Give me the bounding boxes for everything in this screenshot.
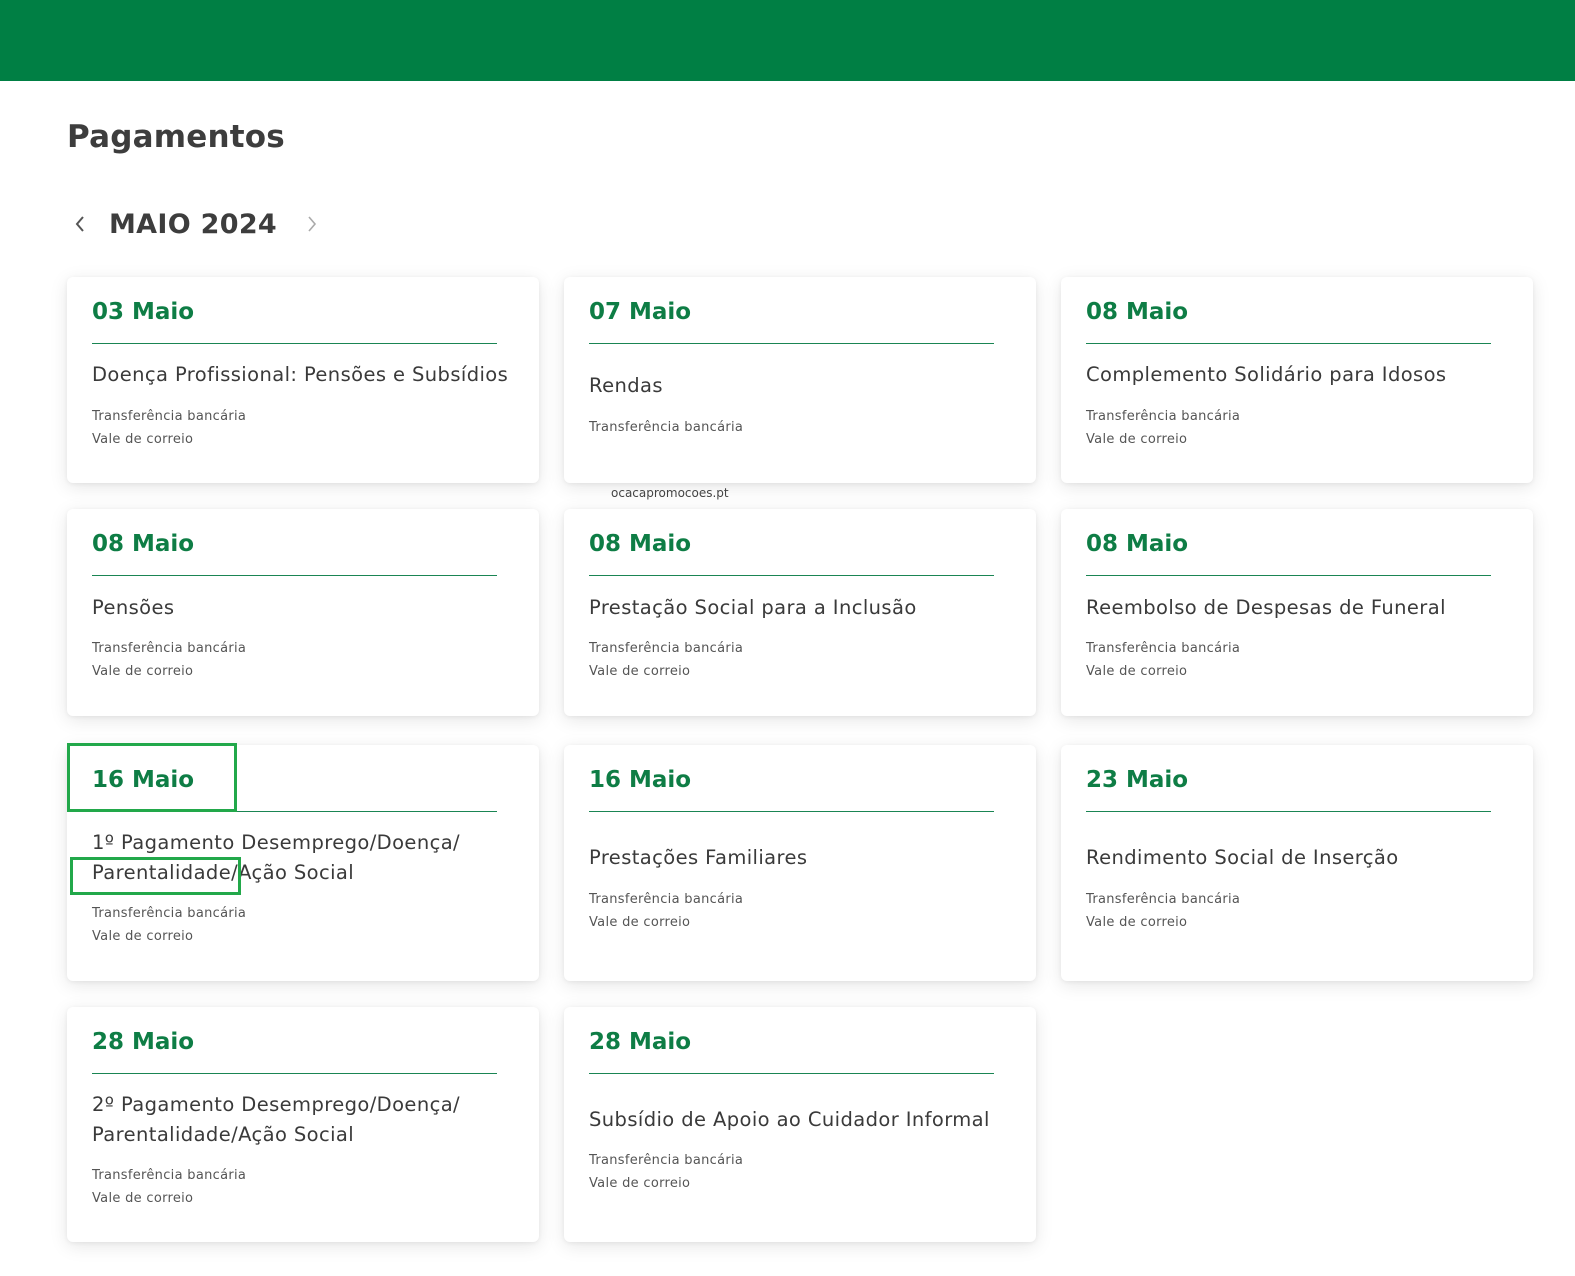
payment-methods: Transferência bancária Vale de correio [1086, 637, 1240, 683]
divider [1086, 343, 1491, 344]
divider [92, 811, 497, 812]
payment-title: Doença Profissional: Pensões e Subsídios [92, 363, 509, 386]
payment-method: Vale de correio [1086, 915, 1188, 930]
payment-method: Vale de correio [589, 664, 691, 679]
chevron-right-icon [308, 216, 317, 232]
month-navigation: MAIO 2024 [67, 203, 325, 245]
divider [1086, 575, 1491, 576]
payment-date: 03 Maio [92, 299, 195, 325]
payment-date: 28 Maio [92, 1029, 195, 1055]
payment-title: 1º Pagamento Desemprego/Doença/ Parental… [92, 831, 461, 884]
payment-methods: Transferência bancária Vale de correio [92, 902, 246, 948]
payment-methods: Transferência bancária Vale de correio [589, 1149, 743, 1195]
payment-methods: Transferência bancária Vale de correio [92, 1164, 246, 1210]
payment-card[interactable]: 08 Maio Complemento Solidário para Idoso… [1061, 277, 1533, 483]
payment-methods: Transferência bancária Vale de correio [1086, 405, 1240, 451]
payment-method: Transferência bancária [1086, 409, 1241, 424]
next-month-button[interactable] [299, 206, 325, 242]
payment-date: 08 Maio [589, 531, 692, 557]
payment-title: Complemento Solidário para Idosos [1086, 363, 1447, 386]
payment-card[interactable]: 03 Maio Doença Profissional: Pensões e S… [67, 277, 539, 483]
payment-methods: Transferência bancária Vale de correio [1086, 888, 1240, 934]
payment-method: Transferência bancária [589, 420, 744, 435]
payment-date: 16 Maio [589, 767, 692, 793]
payment-card[interactable]: 07 Maio Rendas Transferência bancária [564, 277, 1036, 483]
payment-card[interactable]: 16 Maio 1º Pagamento Desemprego/Doença/ … [67, 745, 539, 981]
payment-method: Vale de correio [1086, 432, 1188, 447]
divider [92, 575, 497, 576]
payment-card[interactable]: 16 Maio Prestações Familiares Transferên… [564, 745, 1036, 981]
payment-methods: Transferência bancária Vale de correio [92, 405, 246, 451]
payment-card[interactable]: 08 Maio Pensões Transferência bancária V… [67, 509, 539, 716]
payment-method: Transferência bancária [92, 641, 247, 656]
payment-method: Vale de correio [92, 1191, 194, 1206]
divider [1086, 811, 1491, 812]
payment-method: Transferência bancária [92, 1168, 247, 1183]
chevron-left-icon [75, 216, 84, 232]
top-header-bar [0, 0, 1575, 81]
payment-title: Reembolso de Despesas de Funeral [1086, 596, 1446, 619]
payment-methods: Transferência bancária Vale de correio [92, 637, 246, 683]
payment-method: Vale de correio [589, 915, 691, 930]
payment-method: Vale de correio [92, 432, 194, 447]
payment-methods: Transferência bancária Vale de correio [589, 637, 743, 683]
payment-method: Vale de correio [92, 664, 194, 679]
payment-date: 08 Maio [1086, 299, 1189, 325]
page-title: Pagamentos [67, 119, 285, 155]
payment-method: Transferência bancária [92, 409, 247, 424]
payment-methods: Transferência bancária [589, 416, 743, 439]
payment-card[interactable]: 28 Maio 2º Pagamento Desemprego/Doença/ … [67, 1007, 539, 1242]
payment-method: Transferência bancária [1086, 892, 1241, 907]
payment-title: Prestações Familiares [589, 846, 808, 869]
payment-method: Transferência bancária [589, 641, 744, 656]
divider [589, 1073, 994, 1074]
payment-card[interactable]: 08 Maio Reembolso de Despesas de Funeral… [1061, 509, 1533, 716]
prev-month-button[interactable] [67, 206, 93, 242]
current-month-label: MAIO 2024 [109, 208, 278, 240]
payment-method: Transferência bancária [1086, 641, 1241, 656]
payment-date: 16 Maio [92, 767, 195, 793]
watermark-text: ocacapromocoes.pt [611, 486, 729, 500]
payment-date: 23 Maio [1086, 767, 1189, 793]
payment-title: Subsídio de Apoio ao Cuidador Informal [589, 1108, 990, 1131]
payment-method: Vale de correio [589, 1176, 691, 1191]
divider [589, 575, 994, 576]
divider [589, 811, 994, 812]
divider [92, 1073, 497, 1074]
payment-method: Transferência bancária [92, 906, 247, 921]
divider [92, 343, 497, 344]
payment-title: Prestação Social para a Inclusão [589, 596, 917, 619]
payment-title: Pensões [92, 596, 175, 619]
payment-card[interactable]: 08 Maio Prestação Social para a Inclusão… [564, 509, 1036, 716]
payment-method: Transferência bancária [589, 1153, 744, 1168]
payment-card[interactable]: 23 Maio Rendimento Social de Inserção Tr… [1061, 745, 1533, 981]
payment-method: Vale de correio [1086, 664, 1188, 679]
payment-date: 08 Maio [1086, 531, 1189, 557]
payment-card[interactable]: 28 Maio Subsídio de Apoio ao Cuidador In… [564, 1007, 1036, 1242]
divider [589, 343, 994, 344]
payment-title: Rendas [589, 374, 663, 397]
payment-date: 28 Maio [589, 1029, 692, 1055]
payment-title: Rendimento Social de Inserção [1086, 846, 1399, 869]
payment-date: 07 Maio [589, 299, 692, 325]
payment-title: 2º Pagamento Desemprego/Doença/ Parental… [92, 1093, 461, 1146]
payment-date: 08 Maio [92, 531, 195, 557]
payment-method: Vale de correio [92, 929, 194, 944]
payment-methods: Transferência bancária Vale de correio [589, 888, 743, 934]
payment-method: Transferência bancária [589, 892, 744, 907]
